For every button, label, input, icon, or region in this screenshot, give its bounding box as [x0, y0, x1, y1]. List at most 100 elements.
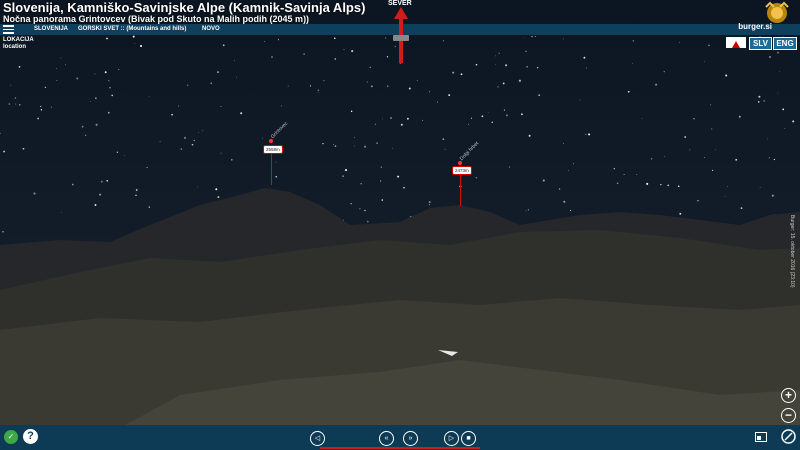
star — [616, 182, 619, 185]
star — [146, 167, 148, 168]
star — [613, 168, 615, 170]
fullscreen-icon[interactable] — [781, 429, 796, 444]
hamburger-menu-icon[interactable] — [3, 25, 14, 34]
star — [0, 132, 1, 135]
star — [15, 103, 17, 105]
peak-elevation-tag[interactable]: 2473m — [452, 166, 472, 175]
hotspots-icon[interactable] — [755, 432, 767, 442]
star — [712, 169, 714, 171]
peak-marker-dot[interactable] — [269, 139, 273, 143]
star — [527, 209, 529, 211]
star — [19, 104, 21, 106]
star — [14, 97, 17, 99]
star — [777, 92, 779, 94]
lang-eng-button[interactable]: ENG — [773, 37, 797, 50]
stop-button[interactable]: ■ — [461, 431, 476, 446]
panorama-view[interactable] — [0, 0, 800, 450]
peak-marker-dot[interactable] — [458, 161, 462, 165]
star — [148, 96, 150, 98]
star — [771, 194, 774, 197]
star — [22, 147, 25, 150]
sound-button[interactable]: ◁ — [310, 431, 325, 446]
star — [220, 105, 222, 108]
star — [497, 86, 499, 88]
star — [570, 209, 572, 211]
star — [475, 63, 478, 66]
star — [759, 186, 761, 188]
star — [481, 115, 484, 118]
menu-item-novo[interactable]: NOVO — [202, 24, 220, 35]
star — [726, 186, 728, 188]
star — [568, 170, 569, 172]
star — [563, 200, 566, 203]
star — [632, 40, 634, 42]
star — [503, 109, 505, 111]
star — [528, 134, 531, 137]
star — [460, 73, 463, 76]
star — [109, 86, 111, 89]
star — [376, 142, 378, 144]
star — [679, 212, 682, 215]
zoom-out-button[interactable]: − — [781, 408, 796, 423]
star — [693, 118, 695, 120]
location-label-en: location — [3, 44, 27, 50]
star — [428, 204, 430, 206]
peak-elevation-tag[interactable]: 2558m — [263, 145, 283, 154]
star — [354, 145, 355, 147]
star — [95, 123, 98, 126]
star — [397, 175, 400, 178]
star — [107, 111, 110, 114]
star — [627, 90, 630, 93]
star — [428, 201, 431, 204]
menu-item-slovenija[interactable]: SLOVENIJA — [34, 24, 68, 35]
star — [636, 174, 638, 175]
star — [631, 62, 633, 64]
star — [366, 81, 368, 83]
star — [333, 143, 334, 145]
lang-slv-button[interactable]: SLV — [749, 37, 772, 50]
star — [679, 41, 681, 43]
menu-item-gorski-svet[interactable]: GORSKI SVET :: (Mountains and hills) — [78, 24, 186, 35]
star — [264, 41, 265, 42]
star — [60, 57, 62, 59]
map-icon[interactable] — [726, 37, 746, 48]
star — [403, 186, 405, 189]
star — [711, 128, 713, 130]
star — [784, 128, 786, 129]
star — [777, 51, 779, 54]
north-arrow-icon[interactable] — [391, 7, 411, 63]
star — [215, 188, 218, 191]
rotate-right-button[interactable]: » — [403, 431, 418, 446]
star — [779, 71, 781, 72]
progress-bar[interactable] — [320, 447, 480, 449]
star — [704, 157, 706, 158]
star — [523, 37, 524, 38]
star — [178, 105, 180, 107]
help-button[interactable]: ? — [23, 429, 38, 444]
star — [738, 115, 741, 118]
brand-link[interactable]: burger.si — [738, 22, 772, 31]
star — [363, 145, 367, 148]
star — [351, 50, 354, 53]
star — [710, 104, 712, 106]
star — [303, 53, 305, 55]
star — [697, 200, 699, 202]
star — [525, 210, 527, 212]
star — [217, 71, 219, 74]
star — [171, 113, 173, 116]
star — [498, 52, 500, 54]
star — [422, 119, 423, 121]
star — [563, 142, 564, 144]
star — [689, 149, 691, 151]
location-label[interactable]: LOKACIJA location — [3, 37, 34, 51]
star — [374, 123, 376, 125]
star — [261, 137, 263, 139]
star — [579, 99, 581, 101]
rotate-left-button[interactable]: « — [379, 431, 394, 446]
zoom-in-button[interactable]: + — [781, 388, 796, 403]
star — [118, 68, 120, 71]
star — [334, 58, 337, 60]
play-button[interactable]: ▷ — [444, 431, 459, 446]
star — [757, 101, 760, 103]
check-icon[interactable]: ✓ — [4, 430, 18, 444]
